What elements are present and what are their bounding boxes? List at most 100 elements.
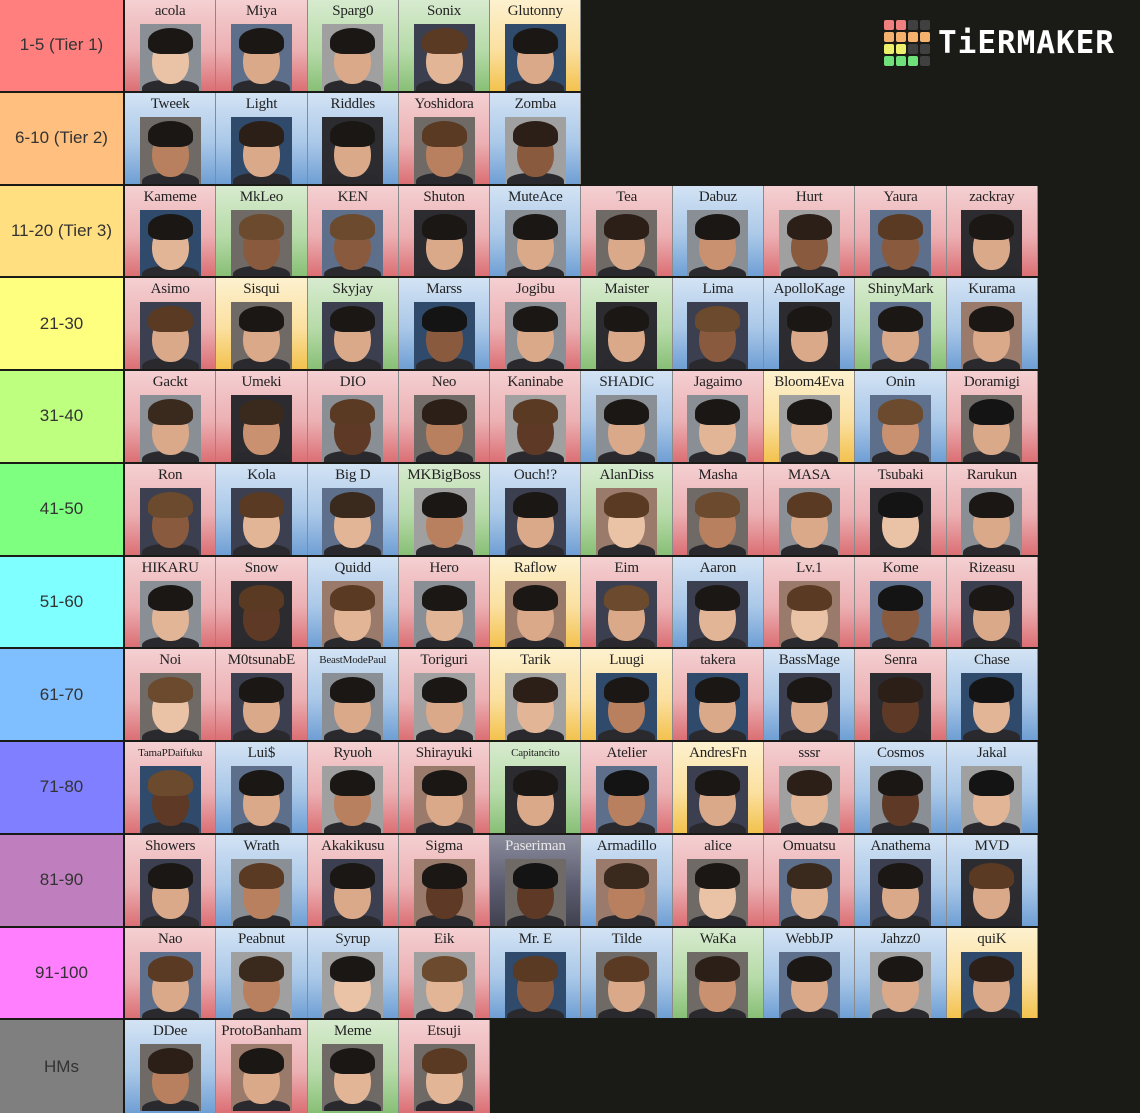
player-card[interactable]: Kurama bbox=[946, 278, 1038, 369]
tier-label[interactable]: 31-40 bbox=[0, 371, 125, 462]
tier-label[interactable]: 21-30 bbox=[0, 278, 125, 369]
player-card[interactable]: quiK bbox=[946, 927, 1038, 1019]
player-card[interactable]: takera bbox=[672, 649, 765, 740]
player-card[interactable]: Aaron bbox=[672, 556, 765, 648]
player-card[interactable]: WaKa bbox=[672, 927, 765, 1019]
player-card[interactable]: Senra bbox=[855, 649, 947, 740]
player-card[interactable]: Tilde bbox=[581, 927, 673, 1019]
player-card[interactable]: ShinyMark bbox=[855, 278, 947, 369]
tier-label[interactable]: 1-5 (Tier 1) bbox=[0, 0, 125, 91]
player-card[interactable]: Big D bbox=[307, 463, 399, 555]
player-card[interactable]: Jakal bbox=[946, 742, 1038, 833]
player-card[interactable]: Capitancito bbox=[490, 742, 582, 833]
player-card[interactable]: MKBigBoss bbox=[398, 463, 491, 555]
player-card[interactable]: Maister bbox=[581, 278, 673, 369]
player-card[interactable]: zackray bbox=[946, 185, 1038, 277]
player-card[interactable]: Tarik bbox=[490, 649, 582, 740]
player-card[interactable]: Ron bbox=[125, 463, 217, 555]
player-card[interactable]: Omuatsu bbox=[764, 834, 856, 926]
player-card[interactable]: Kola bbox=[216, 463, 308, 555]
player-card[interactable]: MASA bbox=[764, 463, 856, 555]
player-card[interactable]: Skyjay bbox=[307, 278, 399, 369]
tier-label[interactable]: 61-70 bbox=[0, 649, 125, 740]
tier-label[interactable]: 51-60 bbox=[0, 556, 125, 648]
player-card[interactable]: Noi bbox=[125, 649, 217, 740]
player-card[interactable]: Jahzz0 bbox=[855, 927, 947, 1019]
player-card[interactable]: acola bbox=[125, 0, 217, 91]
player-card[interactable]: Armadillo bbox=[581, 834, 673, 926]
player-card[interactable]: BassMage bbox=[764, 649, 856, 740]
player-card[interactable]: Yoshidora bbox=[398, 92, 491, 184]
player-card[interactable]: AlanDiss bbox=[581, 463, 673, 555]
player-card[interactable]: Meme bbox=[307, 1020, 399, 1113]
player-card[interactable]: SHADIC bbox=[581, 371, 673, 462]
player-card[interactable]: Umeki bbox=[216, 371, 308, 462]
player-card[interactable]: DIO bbox=[307, 371, 399, 462]
player-card[interactable]: Sisqui bbox=[216, 278, 308, 369]
player-card[interactable]: Quidd bbox=[307, 556, 399, 648]
player-card[interactable]: Kameme bbox=[125, 185, 217, 277]
player-card[interactable]: MuteAce bbox=[490, 185, 582, 277]
player-card[interactable]: Tweek bbox=[125, 92, 217, 184]
player-card[interactable]: Asimo bbox=[125, 278, 217, 369]
player-card[interactable]: Nao bbox=[125, 927, 217, 1019]
player-card[interactable]: M0tsunabE bbox=[216, 649, 308, 740]
player-card[interactable]: Showers bbox=[125, 834, 217, 926]
player-card[interactable]: Toriguri bbox=[398, 649, 491, 740]
player-card[interactable]: Peabnut bbox=[216, 927, 308, 1019]
player-card[interactable]: Cosmos bbox=[855, 742, 947, 833]
tier-label[interactable]: 91-100 bbox=[0, 927, 125, 1019]
player-card[interactable]: Rarukun bbox=[946, 463, 1038, 555]
player-card[interactable]: Hero bbox=[398, 556, 491, 648]
player-card[interactable]: Anathema bbox=[855, 834, 947, 926]
player-card[interactable]: MVD bbox=[946, 834, 1038, 926]
player-card[interactable]: ApolloKage bbox=[764, 278, 856, 369]
player-card[interactable]: Shirayuki bbox=[398, 742, 491, 833]
player-card[interactable]: Lui$ bbox=[216, 742, 308, 833]
tier-label[interactable]: 41-50 bbox=[0, 463, 125, 555]
player-card[interactable]: DDee bbox=[125, 1020, 217, 1113]
player-card[interactable]: Sparg0 bbox=[307, 0, 399, 91]
player-card[interactable]: Eim bbox=[581, 556, 673, 648]
player-card[interactable]: Neo bbox=[398, 371, 491, 462]
player-card[interactable]: Yaura bbox=[855, 185, 947, 277]
player-card[interactable]: Jogibu bbox=[490, 278, 582, 369]
player-card[interactable]: Atelier bbox=[581, 742, 673, 833]
player-card[interactable]: Marss bbox=[398, 278, 491, 369]
player-card[interactable]: Sigma bbox=[398, 834, 491, 926]
player-card[interactable]: Miya bbox=[216, 0, 308, 91]
player-card[interactable]: HIKARU bbox=[125, 556, 217, 648]
tier-label[interactable]: 6-10 (Tier 2) bbox=[0, 92, 125, 184]
player-card[interactable]: Jagaimo bbox=[672, 371, 765, 462]
player-card[interactable]: Light bbox=[216, 92, 308, 184]
player-card[interactable]: KEN bbox=[307, 185, 399, 277]
player-card[interactable]: Mr. E bbox=[490, 927, 582, 1019]
player-card[interactable]: Ryuoh bbox=[307, 742, 399, 833]
player-card[interactable]: TamaPDaifuku bbox=[125, 742, 217, 833]
tier-label[interactable]: 81-90 bbox=[0, 834, 125, 926]
player-card[interactable]: Eik bbox=[398, 927, 491, 1019]
tier-label[interactable]: 71-80 bbox=[0, 742, 125, 833]
player-card[interactable]: Akakikusu bbox=[307, 834, 399, 926]
player-card[interactable]: Paseriman bbox=[490, 834, 582, 926]
player-card[interactable]: Tsubaki bbox=[855, 463, 947, 555]
player-card[interactable]: Shuton bbox=[398, 185, 491, 277]
player-card[interactable]: ProtoBanham bbox=[216, 1020, 308, 1113]
player-card[interactable]: AndresFn bbox=[672, 742, 765, 833]
player-card[interactable]: Hurt bbox=[764, 185, 856, 277]
player-card[interactable]: Luugi bbox=[581, 649, 673, 740]
player-card[interactable]: BeastModePaul bbox=[307, 649, 399, 740]
player-card[interactable]: Zomba bbox=[490, 92, 582, 184]
player-card[interactable]: Ouch!? bbox=[490, 463, 582, 555]
tiermaker-logo[interactable]: TiERMAKER bbox=[884, 20, 1115, 66]
player-card[interactable]: WebbJP bbox=[764, 927, 856, 1019]
player-card[interactable]: Lima bbox=[672, 278, 765, 369]
player-card[interactable]: Etsuji bbox=[398, 1020, 491, 1113]
player-card[interactable]: Syrup bbox=[307, 927, 399, 1019]
player-card[interactable]: Lv.1 bbox=[764, 556, 856, 648]
tier-label[interactable]: 11-20 (Tier 3) bbox=[0, 185, 125, 277]
player-card[interactable]: Bloom4Eva bbox=[764, 371, 856, 462]
player-card[interactable]: sssr bbox=[764, 742, 856, 833]
player-card[interactable]: Masha bbox=[672, 463, 765, 555]
player-card[interactable]: Raflow bbox=[490, 556, 582, 648]
